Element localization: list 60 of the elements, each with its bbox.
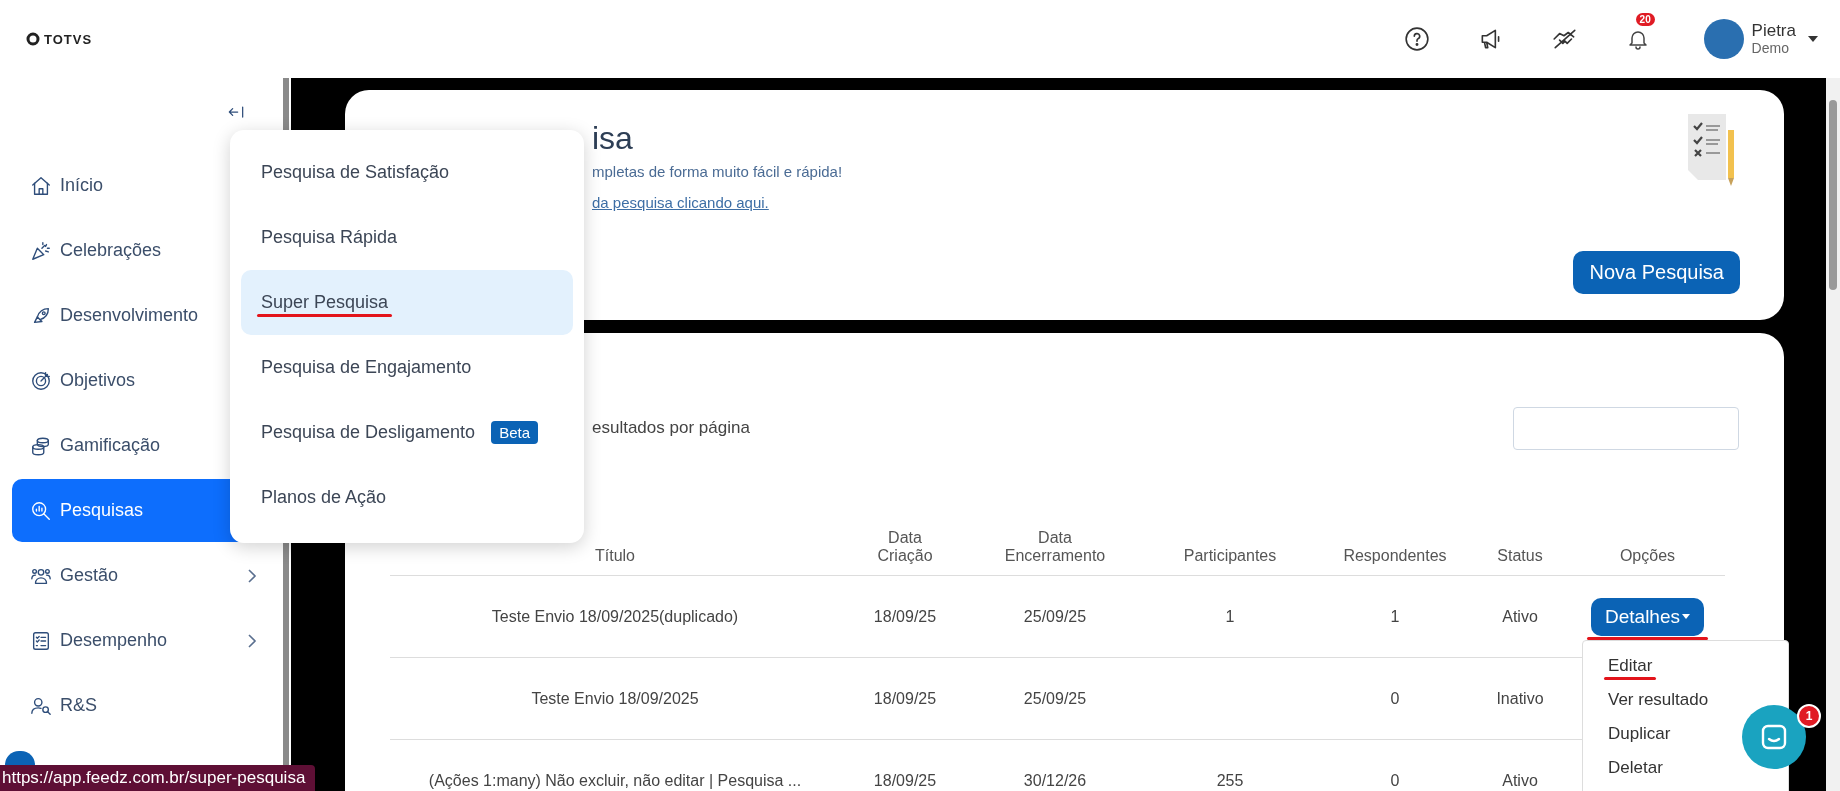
user-role: Demo xyxy=(1751,40,1790,57)
checklist-icon xyxy=(30,629,52,652)
search-field[interactable] xyxy=(1513,406,1739,450)
menu-item[interactable]: Pesquisa Rápida xyxy=(241,205,573,270)
chat-icon xyxy=(1759,722,1789,752)
caret-icon xyxy=(1682,614,1690,619)
menu-item[interactable]: Duplicar xyxy=(1583,717,1671,751)
menu-item[interactable]: Editar xyxy=(1583,649,1653,683)
sidebar-item[interactable]: Gestão xyxy=(12,544,287,607)
help-link[interactable]: da pesquisa clicando aqui. xyxy=(592,194,769,211)
creation-date: 18/09/25 xyxy=(873,771,937,790)
beta-badge: Beta xyxy=(491,421,538,444)
survey-title: Teste Envio 18/09/2025 xyxy=(531,689,699,708)
url-tooltip: https://app.feedz.com.br/super-pesquisa xyxy=(0,765,316,791)
creation-date: 18/09/25 xyxy=(873,689,937,708)
menu-item[interactable]: Deletar xyxy=(1583,751,1663,785)
respondents-count: 0 xyxy=(1390,771,1400,790)
user-name: Pietra xyxy=(1751,21,1796,41)
page-size-label: esultados por página xyxy=(592,418,751,438)
notification-badge: 20 xyxy=(1635,13,1655,26)
sidebar-item[interactable]: Desempenho xyxy=(12,609,287,672)
target-icon xyxy=(30,369,52,392)
column-header: Respondentes xyxy=(1343,547,1447,565)
column-header: Data Encerramento xyxy=(1004,529,1106,565)
closing-date: 25/09/25 xyxy=(1023,607,1087,626)
caret-icon[interactable] xyxy=(1808,36,1818,42)
logo-text: TOTVS xyxy=(44,31,93,47)
participants-count: 255 xyxy=(1216,771,1244,790)
closing-date: 25/09/25 xyxy=(1023,689,1087,708)
menu-item[interactable]: Super Pesquisa xyxy=(241,270,573,335)
survey-title: Teste Envio 18/09/2025(duplicado) xyxy=(491,607,739,626)
page-subtitle: mpletas de forma muito fácil e rápida! xyxy=(592,163,844,180)
new-survey-button[interactable]: Nova Pesquisa xyxy=(1573,251,1740,294)
status-text: Ativo xyxy=(1502,607,1538,626)
home-icon xyxy=(30,174,52,197)
column-header: Status xyxy=(1497,547,1543,565)
page-title: isa xyxy=(592,120,634,157)
search-chart-icon xyxy=(30,499,52,522)
party-popper-icon xyxy=(30,239,52,262)
column-header: Data Criação xyxy=(877,529,933,565)
menu-item[interactable]: Pesquisa de Desligamento Beta xyxy=(241,400,573,465)
creation-date: 18/09/25 xyxy=(873,607,937,626)
scrollbar[interactable] xyxy=(1826,78,1840,791)
help-icon xyxy=(1403,26,1430,52)
respondents-count: 1 xyxy=(1390,607,1400,626)
column-header: Título xyxy=(595,547,635,565)
column-header: Participantes xyxy=(1183,547,1277,565)
column-header: Opções xyxy=(1619,547,1676,565)
user-avatar[interactable] xyxy=(1703,19,1744,59)
participants-count: 1 xyxy=(1225,607,1235,626)
closing-date: 30/12/26 xyxy=(1023,771,1087,790)
menu-item[interactable]: Pesquisa de Satisfação xyxy=(241,140,573,205)
status-text: Inativo xyxy=(1496,689,1544,708)
status-text: Ativo xyxy=(1502,771,1538,790)
sidebar-item[interactable]: R&S xyxy=(12,674,287,737)
menu-item[interactable]: Ver resultado xyxy=(1583,683,1709,717)
logo-icon xyxy=(26,32,40,46)
survey-title: (Ações 1:many) Não excluir, não editar | Pesquisa ... xyxy=(428,771,802,790)
menu-item[interactable]: Pesquisa de Engajamento xyxy=(241,335,573,400)
respondents-count: 0 xyxy=(1390,689,1400,708)
